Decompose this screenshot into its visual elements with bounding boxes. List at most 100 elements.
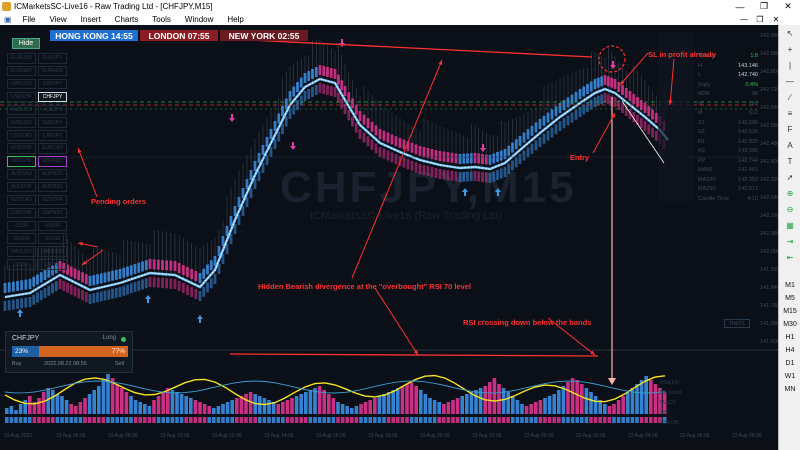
signal-cell: [350, 417, 354, 423]
chart-window-icon[interactable]: ▣: [0, 15, 16, 24]
timeframe-w1[interactable]: W1: [779, 370, 800, 383]
pair-button[interactable]: XAUUSD: [7, 246, 36, 257]
timeframe-mn[interactable]: MN: [779, 383, 800, 396]
restore-button[interactable]: ❐: [752, 0, 776, 13]
signal-cell: [37, 417, 41, 423]
timeframe-m15[interactable]: M15: [779, 305, 800, 318]
timeframe-m1[interactable]: M1: [779, 279, 800, 292]
buy-percent: 23%: [15, 348, 29, 355]
zoom-out-icon[interactable]: ⊖: [779, 201, 800, 217]
band-bar: [574, 109, 578, 120]
pair-button[interactable]: CHFJPY: [38, 91, 67, 103]
shift-icon[interactable]: ⇤: [779, 249, 800, 265]
pair-button[interactable]: AUDCHF: [7, 181, 36, 193]
channel-icon[interactable]: ≡: [779, 105, 800, 121]
pair-button[interactable]: EURUSD: [7, 53, 36, 64]
buy-button[interactable]: Buy: [12, 361, 21, 367]
pair-button[interactable]: GBPCHF: [7, 156, 36, 167]
signal-cell: [432, 417, 437, 423]
pair-button[interactable]: EURGBP: [7, 65, 36, 77]
menu-tools[interactable]: Tools: [145, 15, 178, 24]
pair-button[interactable]: GER40: [7, 233, 36, 244]
close-button[interactable]: ✕: [776, 0, 800, 13]
menu-insert[interactable]: Insert: [74, 15, 108, 24]
vertical-line-icon[interactable]: |: [779, 57, 800, 73]
band-bar: [534, 140, 538, 151]
timeframe-m30[interactable]: M30: [779, 318, 800, 331]
menu-file[interactable]: File: [16, 15, 43, 24]
time-tick-label: 22 Aug 00:00: [524, 433, 554, 439]
price-chart[interactable]: CHFJPY,M15 ICMarketsSC-Live16 (Raw Tradi…: [0, 25, 778, 443]
pair-button[interactable]: GBPAUD: [38, 156, 67, 167]
pair-button[interactable]: XAGUSD: [38, 246, 67, 257]
thin-tl-button[interactable]: ThinTL: [724, 319, 750, 328]
menu-charts[interactable]: Charts: [108, 15, 146, 24]
pair-button[interactable]: AUDNZD: [38, 181, 67, 193]
pair-button[interactable]: AUDUSD: [7, 104, 36, 116]
pair-button[interactable]: UK100: [38, 233, 67, 244]
child-minimize-button[interactable]: —: [736, 13, 752, 25]
zoom-in-icon[interactable]: ⊕: [779, 185, 800, 201]
pair-button[interactable]: UKOIL: [38, 259, 67, 270]
timeframe-m5[interactable]: M5: [779, 292, 800, 305]
pair-button[interactable]: GBPNZD: [38, 207, 67, 219]
histogram-bar: [18, 404, 23, 414]
pair-button[interactable]: GBPUSD: [7, 78, 36, 90]
label-icon[interactable]: T: [779, 153, 800, 169]
signal-cell: [225, 417, 230, 423]
pair-button[interactable]: GBPJPY: [38, 78, 67, 90]
pair-button[interactable]: US30: [7, 220, 36, 232]
histogram-bar: [396, 388, 400, 414]
pair-button[interactable]: USDCAD: [7, 130, 36, 141]
band-bar: [394, 154, 398, 165]
pair-button[interactable]: EURCAD: [38, 143, 67, 154]
signal-cell: [285, 417, 290, 423]
pair-button[interactable]: USDCHF: [7, 91, 36, 103]
child-restore-button[interactable]: ❐: [752, 13, 768, 25]
pair-button[interactable]: EURCHF: [7, 143, 36, 154]
arrow-icon[interactable]: ➚: [779, 169, 800, 185]
pair-button[interactable]: NZDJPY: [38, 117, 67, 128]
pair-button[interactable]: US500: [38, 220, 67, 232]
pair-button[interactable]: NZDCHF: [38, 194, 67, 206]
signal-cell: [235, 417, 239, 423]
menu-view[interactable]: View: [42, 15, 73, 24]
pair-button[interactable]: AUDNZD: [38, 169, 67, 180]
pair-button[interactable]: NZDCAD: [7, 194, 36, 206]
band-bar: [450, 152, 454, 163]
pair-list: EURUSD EURJPY EURGBP EURAUD GBPUSD GBPJPY USDC…: [7, 53, 69, 272]
autoscroll-icon[interactable]: ⇥: [779, 233, 800, 249]
menu-window[interactable]: Window: [178, 15, 220, 24]
cursor-icon[interactable]: ↖: [779, 25, 800, 41]
crosshair-icon[interactable]: +: [779, 41, 800, 57]
histogram-bar: [193, 400, 198, 414]
child-close-button[interactable]: ✕: [768, 13, 784, 25]
horizontal-line-icon[interactable]: —: [779, 73, 800, 89]
grid-icon[interactable]: ▦: [779, 217, 800, 233]
signal-cell: [469, 417, 474, 423]
band-bar: [574, 91, 578, 102]
hide-button[interactable]: Hide: [12, 38, 40, 49]
timeframe-d1[interactable]: D1: [779, 357, 800, 370]
pair-button[interactable]: USOIL: [7, 259, 36, 270]
pair-button[interactable]: CADCHF: [7, 207, 36, 219]
band-bar: [261, 145, 265, 155]
signal-cell: [115, 417, 119, 423]
pair-button[interactable]: NZDUSD: [7, 117, 36, 128]
band-bar: [126, 284, 129, 295]
trade-panel[interactable]: CHFJPY Long 23% 77% Buy 2022.08.22 08:55…: [5, 331, 133, 373]
timeframe-h4[interactable]: H4: [779, 344, 800, 357]
sell-button[interactable]: Sell: [115, 361, 124, 367]
minimize-button[interactable]: —: [728, 0, 752, 13]
pair-button[interactable]: EURJPY: [38, 53, 67, 64]
pair-button[interactable]: AUDJPY: [38, 104, 67, 116]
menu-help[interactable]: Help: [220, 15, 250, 24]
price-tick-label: 142.000: [760, 249, 778, 255]
pair-button[interactable]: CADJPY: [38, 130, 67, 141]
fibonacci-icon[interactable]: F: [779, 121, 800, 137]
pair-button[interactable]: AUDCAD: [7, 169, 36, 180]
text-icon[interactable]: A: [779, 137, 800, 153]
trendline-icon[interactable]: ⁄: [779, 89, 800, 105]
timeframe-h1[interactable]: H1: [779, 331, 800, 344]
pair-button[interactable]: EURAUD: [38, 65, 67, 77]
